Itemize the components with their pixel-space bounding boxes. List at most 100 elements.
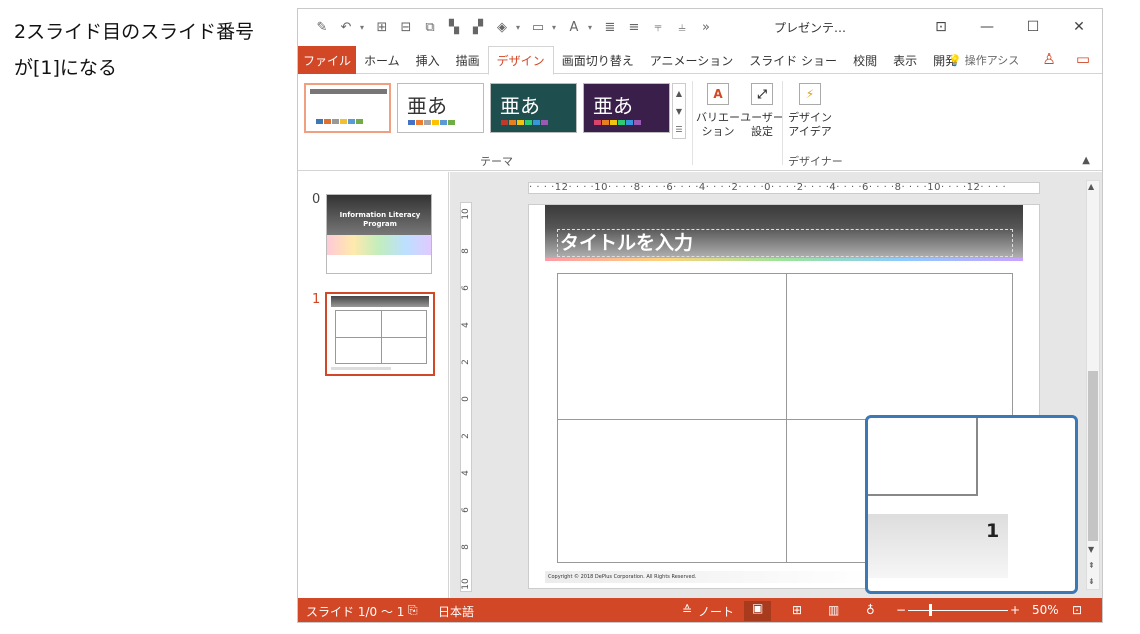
vertical-ruler-tick: 0 <box>461 396 471 402</box>
spellcheck-icon[interactable]: ⎘ <box>408 603 418 618</box>
scroll-up-icon[interactable]: ▲ <box>1088 182 1094 191</box>
design-ideas-button[interactable]: ⚡ デザイン アイデア <box>788 83 832 139</box>
slide-sorter-icon[interactable]: ⊞ <box>792 603 802 617</box>
zoom-slider-handle[interactable] <box>929 604 932 616</box>
distribute-icon[interactable]: ⊟ <box>396 18 416 36</box>
chevron-down-icon[interactable]: ▼ <box>676 107 682 116</box>
vertical-ruler-tick: 2 <box>461 359 471 365</box>
font-color-caret-icon[interactable]: ▾ <box>588 23 596 32</box>
previous-slide-icon[interactable]: ⇞ <box>1088 561 1095 570</box>
slide-thumbnail-0[interactable]: Information Literacy Program <box>326 194 432 274</box>
tab-design[interactable]: デザイン <box>487 46 554 75</box>
thumbnail-number: 0 <box>312 192 321 207</box>
slide-thumbnail-1[interactable] <box>325 292 435 376</box>
zoom-in-icon[interactable]: + <box>1010 603 1020 617</box>
tab-review[interactable]: 校閲 <box>845 46 885 74</box>
reading-view-icon[interactable]: ▥ <box>828 603 839 617</box>
zoom-level[interactable]: 50% <box>1032 603 1059 617</box>
group-icon[interactable]: ⧉ <box>420 18 440 36</box>
callout-grid-line-horizontal <box>868 494 978 496</box>
align-icon[interactable]: ⊞ <box>372 18 392 36</box>
close-icon[interactable]: ✕ <box>1056 9 1102 45</box>
instruction-caption: 2スライド目のスライド番号 が[1]になる <box>14 14 284 86</box>
scroll-thumb[interactable] <box>1088 371 1098 541</box>
horizontal-ruler: · · · ·12· · · ·10· · · ·8· · · ·6· · · … <box>528 182 1040 194</box>
arrange-icon[interactable]: ▚ <box>444 18 464 36</box>
normal-view-icon[interactable]: ▣ <box>744 601 772 621</box>
slide-info[interactable]: スライド 1/0 ～ 1 <box>306 603 404 620</box>
minimize-icon[interactable]: — <box>964 9 1010 45</box>
theme-gallery-scroll[interactable]: ▲ ▼ ☰ <box>672 83 686 139</box>
themes-group-label: テーマ <box>480 155 513 168</box>
vertical-scrollbar[interactable]: ▲ ▼ ⇞ ⇟ <box>1086 180 1100 590</box>
more-icon[interactable]: ☰ <box>675 125 682 134</box>
tab-home[interactable]: ホーム <box>356 46 408 74</box>
undo-caret-icon[interactable]: ▾ <box>360 23 368 32</box>
slideshow-view-icon[interactable]: ♁ <box>866 603 875 617</box>
vertical-ruler-tick: 8 <box>461 544 471 550</box>
outline-caret-icon[interactable]: ▾ <box>552 23 560 32</box>
designer-group-label: デザイナー <box>788 155 843 168</box>
tab-animations[interactable]: アニメーション <box>642 46 742 74</box>
lightbulb-icon: 💡 <box>948 53 962 67</box>
tab-draw[interactable]: 描画 <box>448 46 488 74</box>
slide-size-button[interactable]: ⤢ ユーザー設定 <box>740 83 784 139</box>
chevron-up-icon[interactable]: ▲ <box>676 89 682 98</box>
share-user-icon[interactable]: ♙ <box>1042 50 1055 68</box>
theme-basic[interactable]: 亜あ <box>397 83 484 133</box>
tab-view[interactable]: 表示 <box>885 46 925 74</box>
align-center-icon[interactable]: ≡ <box>624 18 644 36</box>
status-bar: スライド 1/0 ～ 1 ⎘ 日本語 ≙ ノート ▣ ⊞ ▥ ♁ − + 50%… <box>298 598 1102 622</box>
slide-size-label: ユーザー設定 <box>740 111 784 138</box>
notes-icon[interactable]: ≙ <box>682 603 692 617</box>
language-indicator[interactable]: 日本語 <box>438 603 474 620</box>
tab-insert[interactable]: 挿入 <box>408 46 448 74</box>
ribbon-tabs: ファイル ホーム 挿入 描画 デザイン 画面切り替え アニメーション スライド … <box>298 46 1102 75</box>
fit-to-window-icon[interactable]: ⊡ <box>1072 603 1082 617</box>
selection-icon[interactable]: ▞ <box>468 18 488 36</box>
collapse-ribbon-icon[interactable]: ▲ <box>1082 155 1090 166</box>
align-top-icon[interactable]: ⫧ <box>648 18 668 36</box>
ribbon-separator <box>692 81 693 165</box>
variation-icon: A <box>707 83 729 105</box>
variation-button[interactable]: A バリエーション <box>696 83 740 139</box>
tab-transitions[interactable]: 画面切り替え <box>554 46 642 74</box>
theme-gallery: 亜あ 亜あ 亜あ <box>304 83 670 133</box>
rainbow-strip <box>545 258 1023 261</box>
font-color-icon[interactable]: A <box>564 18 584 36</box>
thumbnail-title: Information Literacy Program <box>339 211 421 228</box>
zoom-out-icon[interactable]: − <box>896 603 906 617</box>
tab-right-icons: ♙ ▭ <box>1042 50 1090 68</box>
scroll-down-icon[interactable]: ▼ <box>1088 545 1094 554</box>
zoom-slider[interactable] <box>908 610 1008 611</box>
align-bottom-icon[interactable]: ⫨ <box>672 18 692 36</box>
tab-file[interactable]: ファイル <box>298 46 356 74</box>
vertical-ruler-tick: 8 <box>461 248 471 254</box>
next-slide-icon[interactable]: ⇟ <box>1088 577 1095 586</box>
fill-icon[interactable]: ◈ <box>492 18 512 36</box>
align-left-icon[interactable]: ≣ <box>600 18 620 36</box>
theme-office[interactable] <box>304 83 391 133</box>
ribbon-display-options-icon[interactable]: ⊡ <box>918 9 964 45</box>
vertical-ruler-tick: 4 <box>461 470 471 476</box>
theme-purple[interactable]: 亜あ <box>583 83 670 133</box>
outline-icon[interactable]: ▭ <box>528 18 548 36</box>
comment-icon[interactable]: ▭ <box>1076 50 1090 68</box>
theme-teal[interactable]: 亜あ <box>490 83 577 133</box>
tell-me-box[interactable]: 💡 操作アシス <box>948 52 1019 68</box>
design-ideas-label: デザイン アイデア <box>788 111 832 138</box>
title-placeholder[interactable]: タイトルを入力 <box>557 229 1013 257</box>
vertical-ruler-tick: 4 <box>461 322 471 328</box>
slide-size-icon: ⤢ <box>751 83 773 105</box>
vertical-ruler-tick: 6 <box>461 507 471 513</box>
vertical-ruler-tick: 10 <box>461 208 471 220</box>
more-commands-icon[interactable]: » <box>696 18 716 36</box>
notes-button[interactable]: ノート <box>698 603 734 620</box>
maximize-icon[interactable]: ☐ <box>1010 9 1056 45</box>
fill-caret-icon[interactable]: ▾ <box>516 23 524 32</box>
undo-icon[interactable]: ↶ <box>336 18 356 36</box>
tab-list: ホーム 挿入 描画 デザイン 画面切り替え アニメーション スライド ショー 校… <box>356 46 965 75</box>
slide-thumbnail-pane: 0 Information Literacy Program 1 <box>298 172 449 598</box>
tab-slideshow[interactable]: スライド ショー <box>741 46 845 74</box>
brush-icon[interactable]: ✎ <box>312 18 332 36</box>
